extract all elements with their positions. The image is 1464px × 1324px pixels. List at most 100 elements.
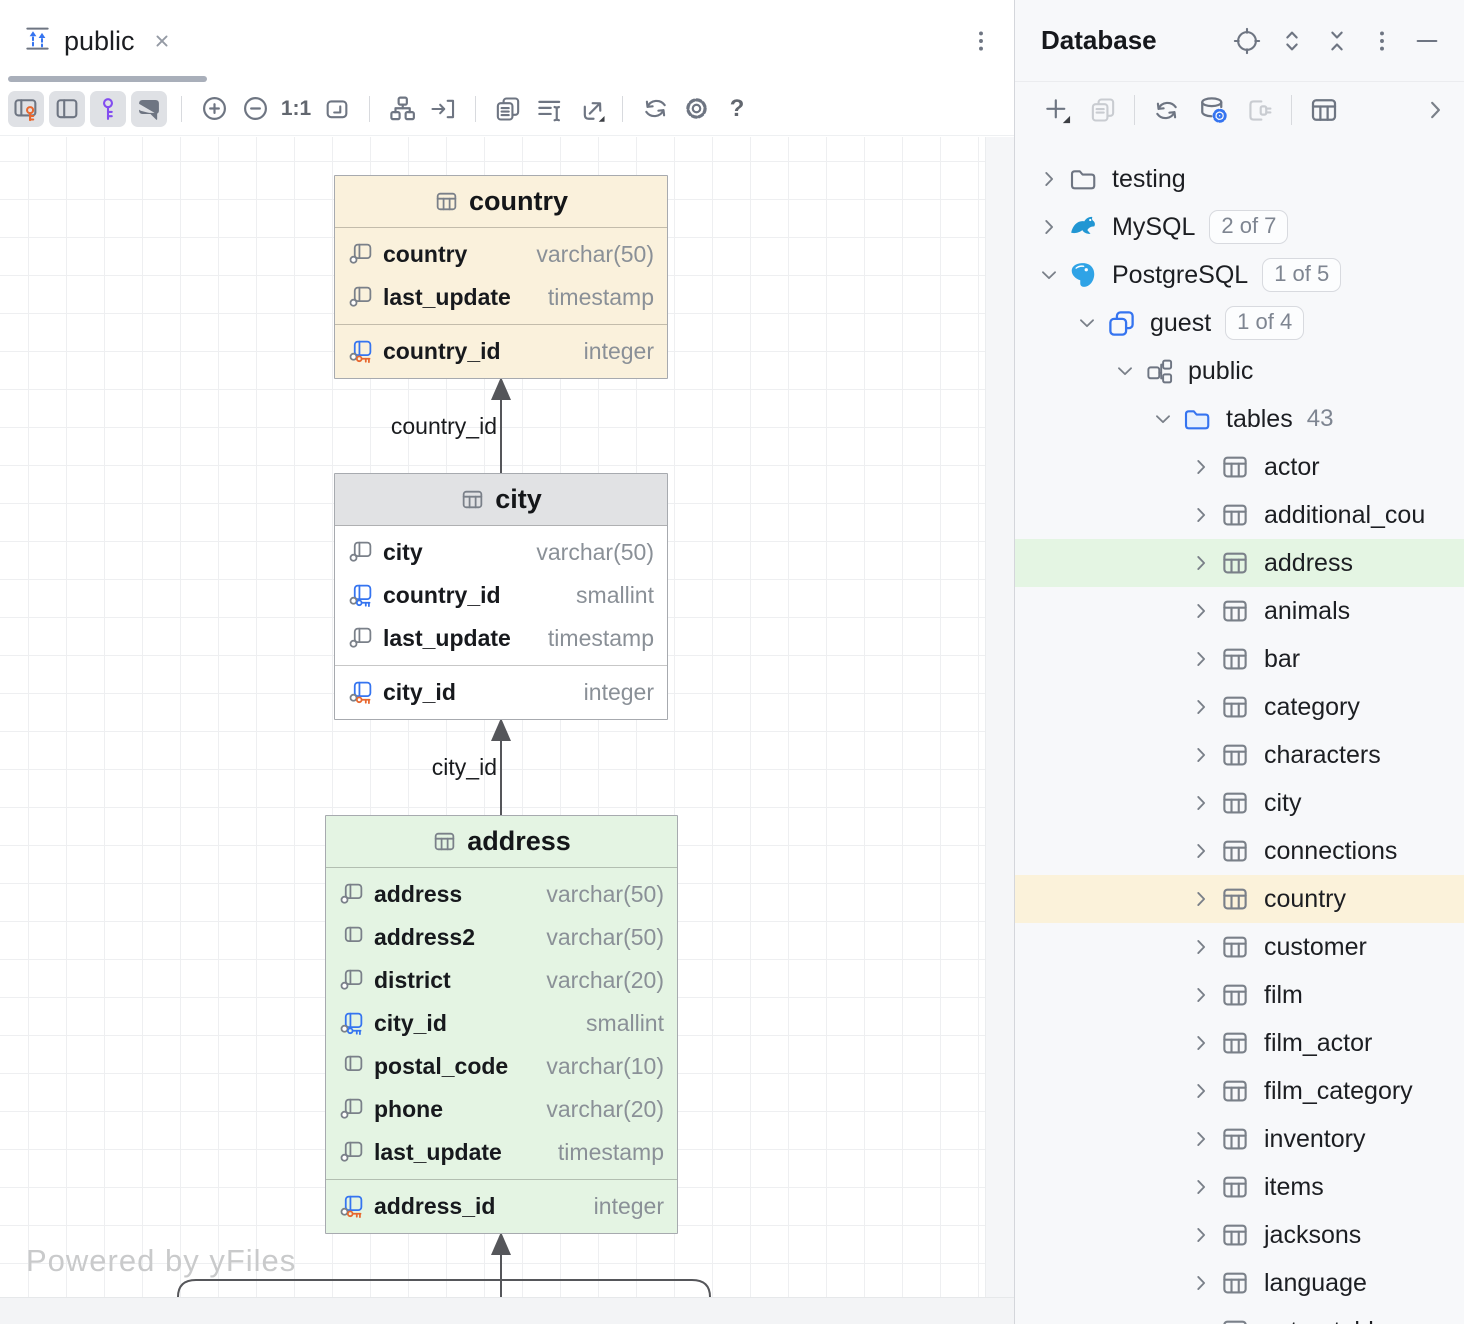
chevron-right-icon[interactable] bbox=[1188, 936, 1214, 958]
column-row-last_update[interactable]: last_updatetimestamp bbox=[335, 617, 667, 660]
more-options-kebab-icon[interactable] bbox=[1365, 24, 1399, 58]
vertical-scrollbar-gutter[interactable] bbox=[985, 137, 1014, 1297]
tab-public[interactable]: public bbox=[0, 0, 179, 82]
chevron-right-icon[interactable] bbox=[1188, 456, 1214, 478]
chevron-right-icon[interactable] bbox=[1422, 97, 1448, 123]
locate-icon[interactable] bbox=[1230, 24, 1264, 58]
tree-row-additional_cou[interactable]: additional_cou bbox=[1015, 491, 1464, 539]
tree-row-jacksons[interactable]: jacksons bbox=[1015, 1211, 1464, 1259]
column-row-address2[interactable]: address2varchar(50) bbox=[326, 916, 677, 959]
chevron-right-icon[interactable] bbox=[1188, 648, 1214, 670]
fit-content-button[interactable] bbox=[319, 91, 355, 127]
tree-row-PostgreSQL[interactable]: PostgreSQL1 of 5 bbox=[1015, 251, 1464, 299]
disconnect-button[interactable] bbox=[1245, 96, 1274, 125]
chevron-right-icon[interactable] bbox=[1036, 168, 1062, 190]
show-columns-button[interactable] bbox=[8, 91, 44, 127]
tree-row-bar[interactable]: bar bbox=[1015, 635, 1464, 683]
column-row-city[interactable]: cityvarchar(50) bbox=[335, 531, 667, 574]
hide-panel-icon[interactable] bbox=[1410, 24, 1444, 58]
new-button[interactable] bbox=[1043, 96, 1072, 125]
chevron-right-icon[interactable] bbox=[1188, 888, 1214, 910]
chevron-right-icon[interactable] bbox=[1188, 1272, 1214, 1294]
tree-row-address[interactable]: address bbox=[1015, 539, 1464, 587]
copy-diagram-button[interactable] bbox=[490, 91, 526, 127]
actual-size-button[interactable]: 1:1 bbox=[278, 91, 314, 127]
chevron-right-icon[interactable] bbox=[1036, 216, 1062, 238]
column-row-last_update[interactable]: last_updatetimestamp bbox=[326, 1131, 677, 1174]
column-row-district[interactable]: districtvarchar(20) bbox=[326, 959, 677, 1002]
chevron-right-icon[interactable] bbox=[1188, 600, 1214, 622]
column-row-country_id[interactable]: country_idsmallint bbox=[335, 574, 667, 617]
zoom-out-button[interactable] bbox=[237, 91, 273, 127]
tree-row-category[interactable]: category bbox=[1015, 683, 1464, 731]
tree-row-animals[interactable]: animals bbox=[1015, 587, 1464, 635]
column-row-country[interactable]: countryvarchar(50) bbox=[335, 233, 667, 276]
column-row-city_id[interactable]: city_idinteger bbox=[335, 671, 667, 714]
tree-row-items[interactable]: items bbox=[1015, 1163, 1464, 1211]
auto-layout-button[interactable] bbox=[384, 91, 420, 127]
tree-row-extra_table[interactable]: extra_table bbox=[1015, 1307, 1464, 1324]
close-icon[interactable] bbox=[151, 30, 173, 52]
tree-row-country[interactable]: country bbox=[1015, 875, 1464, 923]
chevron-right-icon[interactable] bbox=[1188, 984, 1214, 1006]
chevron-down-icon[interactable] bbox=[1112, 360, 1138, 382]
settings-button[interactable] bbox=[678, 91, 714, 127]
tree-row-MySQL[interactable]: MySQL2 of 7 bbox=[1015, 203, 1464, 251]
column-row-phone[interactable]: phonevarchar(20) bbox=[326, 1088, 677, 1131]
refresh-button[interactable] bbox=[637, 91, 673, 127]
select-text-button[interactable] bbox=[531, 91, 567, 127]
tree-row-customer[interactable]: customer bbox=[1015, 923, 1464, 971]
help-button[interactable]: ? bbox=[719, 91, 755, 127]
refresh-button[interactable] bbox=[1152, 96, 1181, 125]
tree-row-film_actor[interactable]: film_actor bbox=[1015, 1019, 1464, 1067]
diagram-table-address[interactable]: addressaddressvarchar(50)address2varchar… bbox=[325, 815, 678, 1234]
diagram-canvas[interactable]: country_id city_id Powered by yFiles cou… bbox=[0, 137, 985, 1297]
table-view-button[interactable] bbox=[1309, 95, 1339, 125]
chevron-right-icon[interactable] bbox=[1188, 1176, 1214, 1198]
jump-to-source-button[interactable] bbox=[425, 91, 461, 127]
tree-row-actor[interactable]: actor bbox=[1015, 443, 1464, 491]
horizontal-scrollbar-gutter[interactable] bbox=[0, 1297, 1014, 1324]
tree-row-film[interactable]: film bbox=[1015, 971, 1464, 1019]
chevron-right-icon[interactable] bbox=[1188, 504, 1214, 526]
chevron-right-icon[interactable] bbox=[1188, 792, 1214, 814]
show-comments-button[interactable] bbox=[131, 91, 167, 127]
tree-row-public[interactable]: public bbox=[1015, 347, 1464, 395]
tree-row-characters[interactable]: characters bbox=[1015, 731, 1464, 779]
data-source-properties-button[interactable] bbox=[1198, 95, 1228, 125]
chevron-right-icon[interactable] bbox=[1188, 1080, 1214, 1102]
column-row-address_id[interactable]: address_idinteger bbox=[326, 1185, 677, 1228]
chevron-right-icon[interactable] bbox=[1188, 1224, 1214, 1246]
diagram-table-city[interactable]: citycityvarchar(50)country_idsmallintlas… bbox=[334, 473, 668, 720]
tree-row-tables[interactable]: tables43 bbox=[1015, 395, 1464, 443]
tree-row-film_category[interactable]: film_category bbox=[1015, 1067, 1464, 1115]
chevron-right-icon[interactable] bbox=[1188, 744, 1214, 766]
diagram-table-country[interactable]: countrycountryvarchar(50)last_updatetime… bbox=[334, 175, 668, 379]
duplicate-button[interactable] bbox=[1089, 96, 1117, 124]
tree-row-testing[interactable]: testing bbox=[1015, 155, 1464, 203]
column-row-last_update[interactable]: last_updatetimestamp bbox=[335, 276, 667, 319]
expand-all-icon[interactable] bbox=[1275, 24, 1309, 58]
column-row-postal_code[interactable]: postal_codevarchar(10) bbox=[326, 1045, 677, 1088]
chevron-right-icon[interactable] bbox=[1188, 696, 1214, 718]
column-row-city_id[interactable]: city_idsmallint bbox=[326, 1002, 677, 1045]
chevron-right-icon[interactable] bbox=[1188, 1032, 1214, 1054]
tree-row-guest[interactable]: guest1 of 4 bbox=[1015, 299, 1464, 347]
chevron-right-icon[interactable] bbox=[1188, 1320, 1214, 1324]
tab-options-kebab-icon[interactable] bbox=[968, 28, 994, 54]
collapse-all-icon[interactable] bbox=[1320, 24, 1354, 58]
chevron-down-icon[interactable] bbox=[1036, 264, 1062, 286]
tree-row-connections[interactable]: connections bbox=[1015, 827, 1464, 875]
chevron-right-icon[interactable] bbox=[1188, 840, 1214, 862]
chevron-down-icon[interactable] bbox=[1074, 312, 1100, 334]
export-diagram-button[interactable] bbox=[572, 91, 608, 127]
split-view-button[interactable] bbox=[49, 91, 85, 127]
chevron-right-icon[interactable] bbox=[1188, 1128, 1214, 1150]
tree-row-city[interactable]: city bbox=[1015, 779, 1464, 827]
chevron-right-icon[interactable] bbox=[1188, 552, 1214, 574]
show-key-columns-button[interactable] bbox=[90, 91, 126, 127]
column-row-address[interactable]: addressvarchar(50) bbox=[326, 873, 677, 916]
zoom-in-button[interactable] bbox=[196, 91, 232, 127]
chevron-down-icon[interactable] bbox=[1150, 408, 1176, 430]
tree-row-language[interactable]: language bbox=[1015, 1259, 1464, 1307]
